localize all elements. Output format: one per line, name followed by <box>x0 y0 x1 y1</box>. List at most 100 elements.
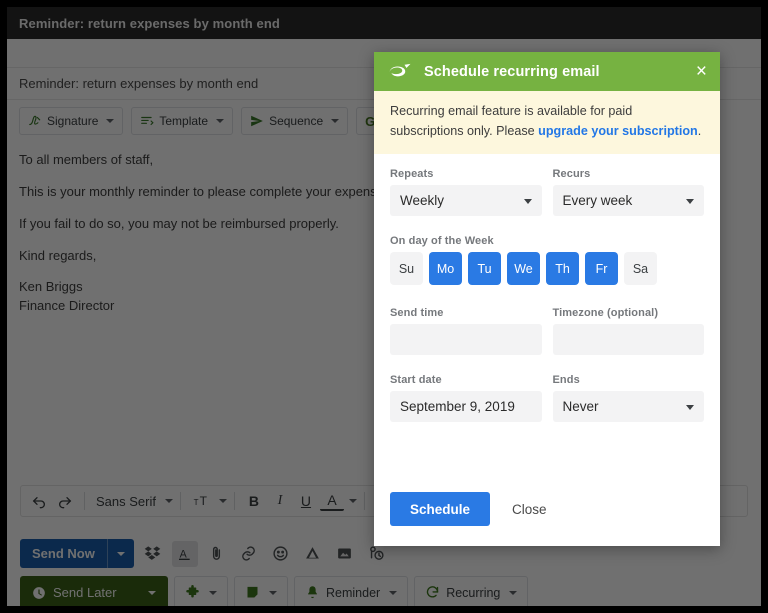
chevron-down-icon <box>117 552 125 556</box>
start-date-input[interactable]: September 9, 2019 <box>390 391 542 422</box>
redo-icon[interactable] <box>53 488 77 514</box>
insert-image-icon[interactable] <box>332 541 358 567</box>
send-later-label: Send Later <box>53 585 117 600</box>
puzzle-button[interactable] <box>174 576 228 606</box>
start-date-group: Start date September 9, 2019 <box>390 374 542 422</box>
sequence-label: Sequence <box>269 114 323 128</box>
toolbar-divider <box>364 492 365 510</box>
repeats-group: Repeats Weekly <box>390 168 542 216</box>
font-family-select[interactable]: Sans Serif <box>92 494 160 509</box>
sequence-icon <box>250 114 264 128</box>
repeats-value: Weekly <box>400 193 444 208</box>
ends-label: Ends <box>553 374 705 386</box>
day-toggle-mo[interactable]: Mo <box>429 252 462 285</box>
close-icon[interactable]: × <box>696 62 707 81</box>
recurs-value: Every week <box>563 193 633 208</box>
ends-value: Never <box>563 399 599 414</box>
time-timezone-row: Send time Timezone (optional) <box>390 307 704 355</box>
puzzle-icon <box>185 585 200 600</box>
signature-button[interactable]: Signature <box>19 107 123 135</box>
boomerang-logo-icon <box>388 62 412 82</box>
send-time-group: Send time <box>390 307 542 355</box>
start-date-value: September 9, 2019 <box>400 399 515 414</box>
close-button[interactable]: Close <box>512 502 547 517</box>
day-of-week-group: On day of the Week Su Mo Tu We Th Fr Sa <box>390 235 704 285</box>
attachment-icon[interactable] <box>204 541 230 567</box>
send-time-label: Send time <box>390 307 542 319</box>
send-row-secondary: Send Later <box>20 576 761 606</box>
send-now-button[interactable]: Send Now <box>20 539 134 568</box>
redaction-bar <box>12 46 208 60</box>
send-later-button[interactable]: Send Later <box>20 576 168 606</box>
timezone-group: Timezone (optional) <box>553 307 705 355</box>
schedule-button[interactable]: Schedule <box>390 492 490 526</box>
chevron-down-icon[interactable] <box>165 499 173 503</box>
days-label: On day of the Week <box>390 235 704 247</box>
modal-title: Schedule recurring email <box>424 64 696 80</box>
svg-text:T: T <box>194 498 199 507</box>
subject-value: Reminder: return expenses by month end <box>19 76 258 91</box>
modal-form: Repeats Weekly Recurs Every week On day … <box>374 154 720 482</box>
toolbar-divider <box>234 492 235 510</box>
day-toggle-row: Su Mo Tu We Th Fr Sa <box>390 252 704 285</box>
note-icon <box>245 585 260 600</box>
clock-icon <box>32 586 46 600</box>
ends-select[interactable]: Never <box>553 391 705 422</box>
emoji-icon[interactable] <box>268 541 294 567</box>
chevron-down-icon <box>509 591 517 595</box>
chevron-down-icon <box>216 119 224 123</box>
startdate-ends-row: Start date September 9, 2019 Ends Never <box>390 374 704 422</box>
day-toggle-sa[interactable]: Sa <box>624 252 657 285</box>
repeats-select[interactable]: Weekly <box>390 185 542 216</box>
chevron-down-icon[interactable] <box>219 499 227 503</box>
recurring-label: Recurring <box>446 586 500 600</box>
compose-title-text: Reminder: return expenses by month end <box>19 16 280 31</box>
sequence-button[interactable]: Sequence <box>241 107 348 135</box>
note-button[interactable] <box>234 576 288 606</box>
recurring-email-modal: Schedule recurring email × Recurring ema… <box>374 52 720 546</box>
underline-button[interactable]: U <box>294 488 318 514</box>
start-date-label: Start date <box>390 374 542 386</box>
dropbox-icon[interactable] <box>140 541 166 567</box>
recurring-icon <box>425 585 440 600</box>
screen: Reminder: return expenses by month end R… <box>0 0 768 613</box>
chevron-down-icon <box>106 119 114 123</box>
reminder-button[interactable]: Reminder <box>294 576 408 606</box>
modal-header: Schedule recurring email × <box>374 52 720 91</box>
day-toggle-su[interactable]: Su <box>390 252 423 285</box>
send-now-label: Send Now <box>20 546 107 561</box>
template-label: Template <box>159 114 208 128</box>
bell-icon <box>305 585 320 600</box>
template-button[interactable]: Template <box>131 107 233 135</box>
day-toggle-th[interactable]: Th <box>546 252 579 285</box>
day-toggle-we[interactable]: We <box>507 252 540 285</box>
chevron-down-icon[interactable] <box>349 499 357 503</box>
send-now-dropdown[interactable] <box>108 552 134 556</box>
toolbar-divider <box>180 492 181 510</box>
text-format-icon[interactable]: A <box>172 541 198 567</box>
recurs-label: Recurs <box>553 168 705 180</box>
recurs-group: Recurs Every week <box>553 168 705 216</box>
toolbar-divider <box>84 492 85 510</box>
text-color-button[interactable]: A <box>320 491 344 511</box>
svg-text:A: A <box>180 548 188 560</box>
recurring-button[interactable]: Recurring <box>414 576 528 606</box>
send-time-input[interactable] <box>390 324 542 355</box>
template-icon <box>140 114 154 128</box>
repeats-label: Repeats <box>390 168 542 180</box>
day-toggle-fr[interactable]: Fr <box>585 252 618 285</box>
day-toggle-tu[interactable]: Tu <box>468 252 501 285</box>
bold-button[interactable]: B <box>242 488 266 514</box>
recurs-select[interactable]: Every week <box>553 185 705 216</box>
google-drive-icon[interactable] <box>300 541 326 567</box>
signature-label: Signature <box>47 114 98 128</box>
signature-icon <box>28 114 42 128</box>
link-icon[interactable] <box>236 541 262 567</box>
modal-footer: Schedule Close <box>374 482 720 546</box>
timezone-input[interactable] <box>553 324 705 355</box>
undo-icon[interactable] <box>27 488 51 514</box>
upgrade-subscription-link[interactable]: upgrade your subscription <box>538 124 698 138</box>
font-size-icon[interactable]: TT <box>188 488 214 514</box>
italic-button[interactable]: I <box>268 488 292 514</box>
reminder-label: Reminder <box>326 586 380 600</box>
